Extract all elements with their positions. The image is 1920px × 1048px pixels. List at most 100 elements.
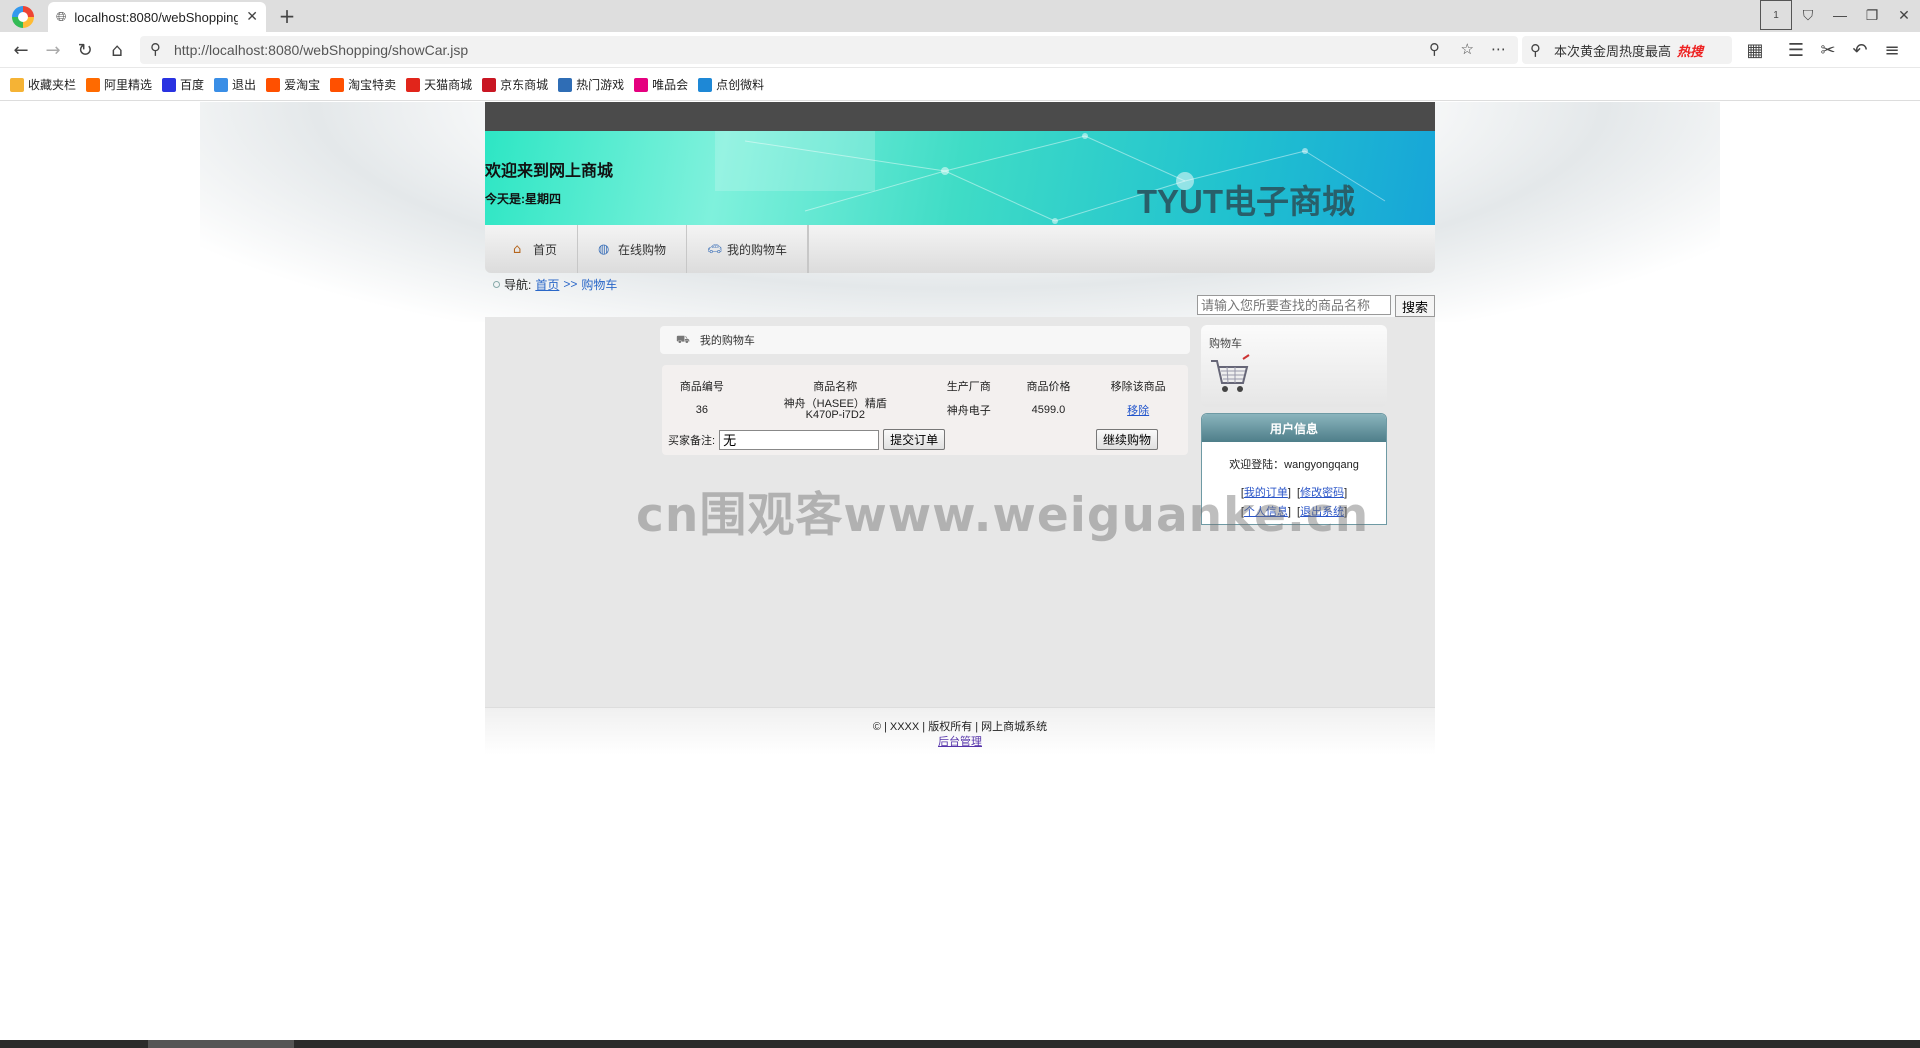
- bookmark-item[interactable]: 阿里精选: [86, 76, 152, 93]
- close-window-icon[interactable]: ✕: [1888, 0, 1920, 30]
- continue-shopping-button[interactable]: 继续购物: [1096, 429, 1159, 450]
- bookmark-item[interactable]: 点创微料: [698, 76, 764, 93]
- favorites-icon[interactable]: ☰: [1783, 38, 1809, 62]
- forward-icon[interactable]: →: [40, 38, 66, 62]
- product-name-line: K470P-i7D2: [805, 409, 865, 421]
- footer-copyright: © | XXXX | 版权所有 | 网上商城系统: [872, 721, 1048, 733]
- bookmark-label: 京东商城: [500, 78, 549, 92]
- menu-item-label: 首页: [533, 242, 558, 257]
- breadcrumb-home-link[interactable]: 首页: [535, 276, 559, 293]
- browser-tab-bar: 🌐︎ localhost:8080/webShopping/showCar.js…: [0, 0, 1920, 32]
- reload-icon[interactable]: ↻: [72, 38, 98, 62]
- site-container: 欢迎来到网上商城 今天是:星期四 TYUT电子商城 ⌂ 首页 ◍ 在线购物 🚗︎…: [485, 102, 1435, 755]
- table-row: 36 神舟（HASEE）精盾 K470P-i7D2 神舟电子 4599.0 移除: [662, 397, 1188, 423]
- bookmark-item[interactable]: 唯品会: [634, 76, 688, 93]
- shirt-skin-icon[interactable]: ⛉: [1792, 0, 1824, 30]
- os-taskbar: [0, 1040, 1920, 1048]
- bookmark-label: 唯品会: [652, 78, 689, 92]
- url-text: http://localhost:8080/webShopping/showCa…: [174, 42, 469, 58]
- breadcrumb: 导航: 首页 >> 购物车: [485, 273, 1435, 295]
- bookmark-item[interactable]: 爱淘宝: [266, 76, 320, 93]
- column-header: 商品名称: [813, 381, 858, 393]
- bookmark-item[interactable]: 收藏夹栏: [10, 76, 76, 93]
- bookmark-item[interactable]: 退出: [214, 76, 256, 93]
- column-header: 移除该商品: [1110, 381, 1166, 393]
- bookmark-label: 点创微料: [716, 78, 765, 92]
- remove-item-cell: 移除: [1088, 397, 1188, 423]
- product-maker: 神舟电子: [946, 405, 991, 417]
- globe-icon: 🌐︎: [56, 9, 67, 25]
- menu-item-online-shopping[interactable]: ◍ 在线购物: [578, 225, 688, 273]
- minimize-icon[interactable]: —: [1824, 0, 1856, 30]
- menu-item-label: 我的购物车: [727, 242, 788, 257]
- zoom-icon[interactable]: ⚲: [1429, 40, 1440, 58]
- bookmark-star-icon[interactable]: ☆: [1461, 40, 1474, 58]
- restore-icon[interactable]: ❐: [1856, 0, 1888, 30]
- tab-title: localhost:8080/webShopping/showCar.jsp: [74, 9, 239, 25]
- product-search-input[interactable]: [1197, 295, 1391, 315]
- bookmark-label: 阿里精选: [104, 78, 153, 92]
- sidebar-cart-panel: 购物车: [1201, 325, 1387, 407]
- main-menu: ⌂ 首页 ◍ 在线购物 🚗︎ 我的购物车: [485, 225, 1435, 273]
- browser-logo-icon: [12, 6, 34, 28]
- more-options-icon[interactable]: ⋯: [1491, 40, 1506, 58]
- bullet-icon: [493, 280, 500, 288]
- cart-box: 商品编号 商品名称 生产厂商 商品价格 移除该商品 36 神舟（HASEE）精盾: [662, 365, 1188, 455]
- banner: 欢迎来到网上商城 今天是:星期四 TYUT电子商城: [485, 131, 1435, 225]
- remark-label: 买家备注:: [668, 434, 716, 447]
- bookmark-item[interactable]: 淘宝特卖: [330, 76, 396, 93]
- scissors-icon[interactable]: ✂: [1815, 38, 1841, 62]
- bookmark-item[interactable]: 百度: [162, 76, 204, 93]
- bookmark-label: 收藏夹栏: [28, 78, 77, 92]
- apps-grid-icon[interactable]: ▦: [1742, 38, 1768, 62]
- today-label: 今天是:星期四: [485, 192, 561, 206]
- browser-tab[interactable]: 🌐︎ localhost:8080/webShopping/showCar.js…: [48, 2, 266, 32]
- site-favicon-icon: [86, 77, 101, 92]
- back-icon[interactable]: ←: [8, 38, 34, 62]
- hot-search-text: 本次黄金周热度最高: [1554, 43, 1672, 59]
- breadcrumb-current: 购物车: [581, 277, 618, 292]
- column-header: 商品价格: [1026, 381, 1071, 393]
- remove-item-link[interactable]: 移除: [1127, 405, 1149, 417]
- folder-icon: [10, 77, 24, 92]
- bookmark-item[interactable]: 热门游戏: [558, 76, 624, 93]
- page-viewport: 欢迎来到网上商城 今天是:星期四 TYUT电子商城 ⌂ 首页 ◍ 在线购物 🚗︎…: [0, 102, 1920, 1040]
- bookmark-item[interactable]: 天猫商城: [406, 76, 472, 93]
- admin-link[interactable]: 后台管理: [938, 736, 982, 748]
- site-favicon-icon: [406, 77, 421, 92]
- menu-item-my-cart[interactable]: 🚗︎ 我的购物车: [687, 225, 809, 273]
- cart-heading: 我的购物车: [699, 335, 755, 347]
- column-header: 商品编号: [679, 381, 724, 393]
- shopping-cart-icon[interactable]: [1207, 353, 1251, 397]
- new-tab-icon[interactable]: +: [276, 4, 298, 28]
- tab-count-icon[interactable]: 1: [1760, 0, 1792, 30]
- watermark-text: cn围观客www.weiguanke.cn: [636, 488, 1370, 543]
- home-icon[interactable]: ⌂: [104, 38, 130, 62]
- cart-table-header: 商品编号 商品名称 生产厂商 商品价格 移除该商品: [662, 375, 1188, 397]
- address-bar[interactable]: ⚲ http://localhost:8080/webShopping/show…: [140, 36, 1518, 64]
- product-price: 4599.0: [1031, 404, 1066, 416]
- search-icon: ⚲: [150, 40, 161, 58]
- close-tab-icon[interactable]: ✕: [246, 9, 258, 25]
- tab-count: 1: [1760, 0, 1792, 30]
- search-button[interactable]: 搜索: [1395, 295, 1435, 317]
- site-favicon-icon: [330, 77, 345, 92]
- welcome-user: 欢迎登陆：wangyongqang: [1229, 459, 1359, 471]
- submit-order-button[interactable]: 提交订单: [883, 429, 946, 450]
- bookmark-item[interactable]: 京东商城: [482, 76, 548, 93]
- user-info-header: 用户信息: [1202, 414, 1386, 442]
- sidebar-cart-title: 购物车: [1209, 338, 1242, 350]
- hot-badge: 热搜: [1677, 43, 1704, 59]
- menu-icon[interactable]: ≡: [1879, 38, 1905, 62]
- hot-search-box[interactable]: ⚲ 本次黄金周热度最高 热搜: [1522, 36, 1732, 64]
- breadcrumb-prefix: 导航:: [504, 277, 532, 292]
- product-name: 神舟（HASEE）精盾 K470P-i7D2: [742, 397, 929, 423]
- search-row: 搜索: [485, 295, 1435, 317]
- remark-input[interactable]: [719, 429, 880, 450]
- breadcrumb-separator: >>: [563, 277, 578, 291]
- undo-icon[interactable]: ↶: [1847, 38, 1873, 62]
- brand-logo-text: TYUT电子商城: [1136, 183, 1355, 220]
- site-favicon-icon: [698, 77, 713, 92]
- taskbar-active-item[interactable]: [148, 1040, 294, 1048]
- menu-item-home[interactable]: ⌂ 首页: [493, 225, 579, 273]
